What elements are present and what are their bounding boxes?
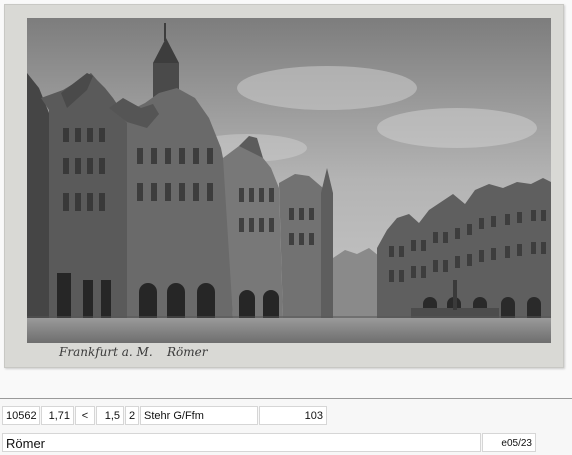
card-scan-area: Frankfurt a. M. Römer: [0, 0, 572, 398]
record-count: 2: [125, 406, 139, 425]
roemer-square-photo: [27, 18, 551, 343]
divider: [0, 398, 572, 399]
postcard: Frankfurt a. M. Römer: [4, 4, 564, 368]
record-id: 10562: [2, 406, 40, 425]
square-pavement: [27, 318, 551, 343]
record-operator: <: [75, 406, 95, 425]
distant-houses: [333, 248, 379, 318]
record-value1: 1,71: [41, 406, 74, 425]
record-number: 103: [259, 406, 327, 425]
postcard-caption-name: Römer: [167, 345, 208, 359]
postcard-caption-city: Frankfurt a. M.: [59, 345, 153, 359]
left-building: [27, 73, 49, 318]
record-location: Stehr G/Ffm: [140, 406, 258, 425]
record-strip: 10562 1,71 < 1,5 2 Stehr G/Ffm 103: [2, 406, 328, 425]
record-code: e05/23: [482, 433, 536, 452]
record-value2: 1,5: [96, 406, 124, 425]
postcard-photo: [27, 18, 551, 343]
title-row: Römer e05/23: [2, 433, 536, 452]
record-title: Römer: [2, 433, 481, 452]
